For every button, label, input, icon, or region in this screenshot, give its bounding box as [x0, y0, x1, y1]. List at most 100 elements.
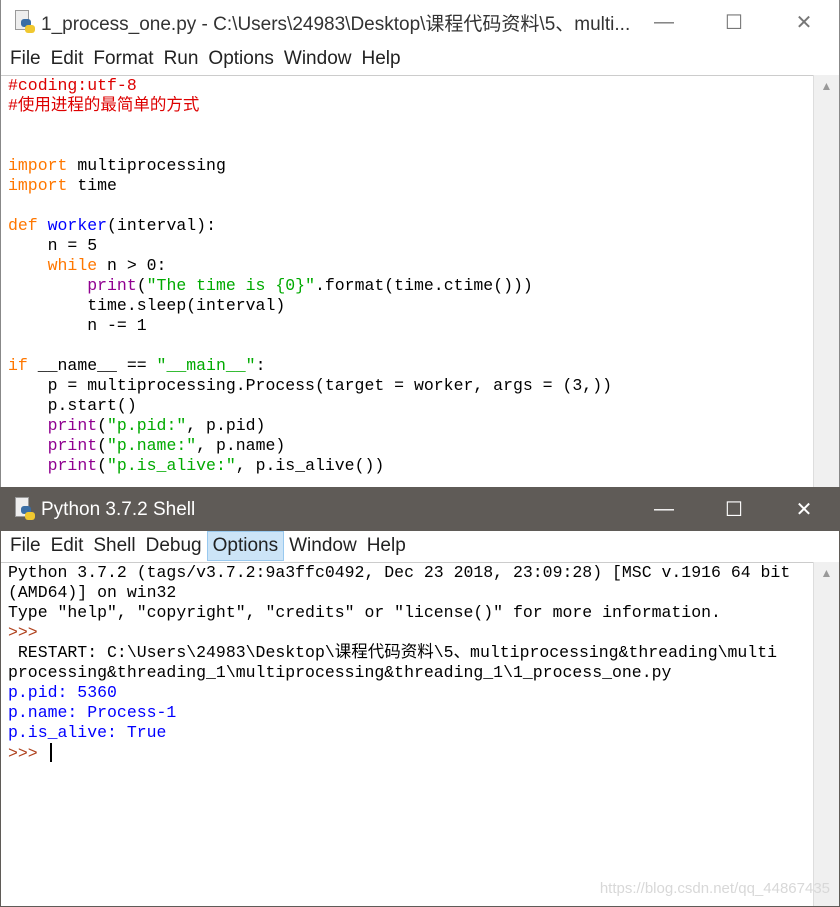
plain-token: (interval): [107, 216, 216, 235]
plain-token: processing&threading_1\multiprocessing&t… [8, 663, 672, 682]
string-token: "p.is_alive:" [107, 456, 236, 475]
text-line: import time [8, 176, 813, 196]
shell-titlebar[interactable]: Python 3.7.2 Shell — ☐ ✕ [1, 488, 839, 531]
scroll-up-icon[interactable]: ▲ [814, 562, 839, 582]
minimize-button[interactable]: — [629, 488, 699, 531]
plain-token: multiprocessing [67, 156, 226, 175]
editor-window: 1_process_one.py - C:\Users\24983\Deskto… [0, 0, 840, 487]
prompt-token: >>> [8, 744, 48, 763]
text-line: p.start() [8, 396, 813, 416]
plain-token: Python 3.7.2 (tags/v3.7.2:9a3ffc0492, De… [8, 563, 791, 582]
defname-token: worker [47, 216, 108, 235]
text-line: import multiprocessing [8, 156, 813, 176]
text-line: #coding:utf-8 [8, 76, 813, 96]
text-line: Type "help", "copyright", "credits" or "… [8, 603, 813, 623]
plain-token: , p.is_alive()) [235, 456, 385, 475]
menu-options[interactable]: Options [206, 531, 285, 561]
shell-window: Python 3.7.2 Shell — ☐ ✕ File Edit Shell De… [0, 487, 840, 907]
text-line: Python 3.7.2 (tags/v3.7.2:9a3ffc0492, De… [8, 563, 813, 583]
editor-scrollbar[interactable]: ▲ [813, 75, 839, 487]
menu-window[interactable]: Window [279, 45, 357, 73]
python-file-icon [13, 496, 35, 523]
text-line: >>> [8, 623, 813, 643]
string-token: "p.name:" [107, 436, 197, 455]
shell-scrollbar[interactable]: ▲ [813, 562, 839, 906]
text-line: p.name: Process-1 [8, 703, 813, 723]
plain-token: p = multiprocessing.Process(target = wor… [8, 376, 612, 395]
builtin-token: print [47, 456, 98, 475]
menu-debug[interactable]: Debug [141, 531, 207, 561]
plain-token: , p.name) [196, 436, 286, 455]
menu-shell[interactable]: Shell [88, 531, 140, 561]
comment-token: #使用进程的最简单的方式 [8, 96, 200, 115]
menu-help[interactable]: Help [362, 531, 411, 561]
plain-token: __name__ == [27, 356, 157, 375]
menu-run[interactable]: Run [159, 45, 204, 73]
menu-options[interactable]: Options [203, 45, 278, 73]
plain-token: p.start() [8, 396, 137, 415]
plain-token: .format(time.ctime())) [314, 276, 533, 295]
text-line [8, 116, 813, 136]
string-token: "p.pid:" [107, 416, 187, 435]
plain-token: Type "help", "copyright", "credits" or "… [8, 603, 721, 622]
text-line: print("p.is_alive:", p.is_alive()) [8, 456, 813, 476]
python-file-icon [13, 9, 35, 36]
prompt-token: >>> [8, 623, 48, 642]
builtin-token: print [47, 436, 98, 455]
code-editor[interactable]: #coding:utf-8 #使用进程的最简单的方式 import multipro… [1, 75, 813, 487]
menu-edit[interactable]: Edit [46, 45, 89, 73]
stdout-token: p.is_alive: True [8, 723, 167, 742]
close-button[interactable]: ✕ [769, 488, 839, 531]
stdout-token: p.pid: 5360 [8, 683, 117, 702]
maximize-button[interactable]: ☐ [699, 0, 769, 45]
keyword-token: def [8, 216, 38, 235]
plain-token: ( [97, 416, 108, 435]
text-line: p.is_alive: True [8, 723, 813, 743]
menu-help[interactable]: Help [356, 45, 405, 73]
menu-format[interactable]: Format [88, 45, 158, 73]
menu-edit[interactable]: Edit [46, 531, 89, 561]
text-line: >>> [8, 743, 813, 763]
text-line: print("The time is {0}".format(time.ctim… [8, 276, 813, 296]
shell-title: Python 3.7.2 Shell [41, 498, 196, 520]
keyword-token: if [8, 356, 28, 375]
plain-token: time [67, 176, 117, 195]
plain-token: time.sleep(interval) [8, 296, 286, 315]
menu-window[interactable]: Window [284, 531, 362, 561]
text-line: n = 5 [8, 236, 813, 256]
watermark: https://blog.csdn.net/qq_44867435 [599, 880, 830, 897]
text-line: if __name__ == "__main__": [8, 356, 813, 376]
menu-file[interactable]: File [5, 45, 46, 73]
shell-output[interactable]: Python 3.7.2 (tags/v3.7.2:9a3ffc0492, De… [1, 562, 813, 906]
string-token: "__main__" [156, 356, 256, 375]
text-line: time.sleep(interval) [8, 296, 813, 316]
text-line: print("p.pid:", p.pid) [8, 416, 813, 436]
editor-titlebar[interactable]: 1_process_one.py - C:\Users\24983\Deskto… [1, 0, 839, 45]
plain-token: : [255, 356, 266, 375]
text-line: print("p.name:", p.name) [8, 436, 813, 456]
plain-token: n = 5 [8, 236, 98, 255]
shell-menubar: File Edit Shell Debug Options Window Help [1, 531, 839, 561]
scroll-up-icon[interactable]: ▲ [814, 75, 839, 95]
plain-token: RESTART: C:\Users\24983\Desktop\课程代码资料\5… [8, 643, 778, 662]
text-line: while n > 0: [8, 256, 813, 276]
plain-token: ( [97, 436, 108, 455]
text-line [8, 336, 813, 356]
menu-file[interactable]: File [5, 531, 46, 561]
keyword-token: import [8, 176, 68, 195]
close-button[interactable]: ✕ [769, 0, 839, 45]
plain-token: ( [136, 276, 147, 295]
maximize-button[interactable]: ☐ [699, 488, 769, 531]
text-line: (AMD64)] on win32 [8, 583, 813, 603]
text-line: p.pid: 5360 [8, 683, 813, 703]
keyword-token: while [47, 256, 98, 275]
text-line [8, 196, 813, 216]
minimize-button[interactable]: — [629, 0, 699, 45]
plain-token: ( [97, 456, 108, 475]
plain-token: n -= 1 [8, 316, 147, 335]
